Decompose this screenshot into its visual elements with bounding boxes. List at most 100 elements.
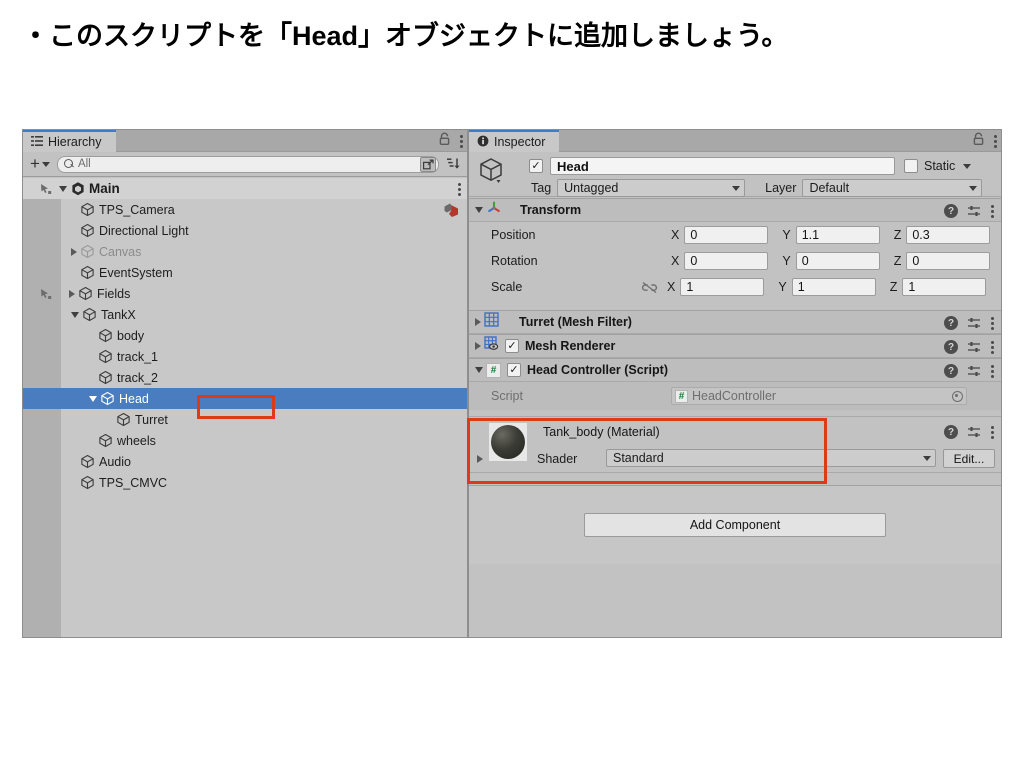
preset-icon[interactable] (967, 340, 981, 354)
alphabetical-sort-button[interactable] (443, 155, 463, 173)
hierarchy-item-fields[interactable]: Fields (23, 283, 467, 304)
help-icon[interactable]: ? (944, 340, 958, 354)
hierarchy-item-tps-camera[interactable]: TPS_Camera (23, 199, 467, 220)
hierarchy-item-wheels[interactable]: wheels (23, 430, 467, 451)
hierarchy-item-turret[interactable]: Turret (23, 409, 467, 430)
hierarchy-item-audio[interactable]: Audio (23, 451, 467, 472)
kebab-menu-icon[interactable] (990, 425, 994, 439)
visibility-hand-icon[interactable] (39, 287, 54, 301)
hierarchy-tree[interactable]: Main TPS_Camera Directional Light Canvas Eve… (23, 178, 467, 637)
foldout-open-icon[interactable] (475, 367, 483, 373)
help-icon[interactable]: ? (944, 425, 958, 439)
property-label-scale: Scale (491, 280, 523, 294)
help-icon[interactable]: ? (944, 364, 958, 378)
gameobject-cube-icon (98, 328, 113, 343)
search-value: All (77, 158, 91, 170)
hierarchy-item-eventsystem[interactable]: EventSystem (23, 262, 467, 283)
rotation-y-field[interactable]: 0 (795, 252, 880, 270)
component-header-mesh-filter[interactable]: Turret (Mesh Filter) ? (469, 310, 1001, 334)
object-name-field[interactable]: Head (550, 157, 895, 175)
layer-value: Default (809, 181, 850, 195)
tag-dropdown[interactable]: Untagged (557, 179, 746, 197)
alphabetical-sort-icon (447, 158, 460, 169)
component-header-mesh-renderer[interactable]: ✓ Mesh Renderer ? (469, 334, 1001, 358)
kebab-menu-icon[interactable] (993, 134, 997, 148)
component-title-mesh-renderer: Mesh Renderer (525, 339, 616, 353)
material-sphere-preview (489, 423, 527, 461)
kebab-menu-icon[interactable] (459, 134, 463, 148)
hierarchy-item-tankx[interactable]: TankX (23, 304, 467, 325)
search-input[interactable]: All (56, 155, 439, 173)
hierarchy-item-tps-cmvc[interactable]: TPS_CMVC (23, 472, 467, 493)
rotation-x-field[interactable]: 0 (684, 252, 769, 270)
foldout-open-icon[interactable] (71, 311, 79, 318)
component-header-head-controller[interactable]: # ✓ Head Controller (Script) ? (469, 358, 1001, 382)
scale-z-field[interactable]: 1 (902, 278, 987, 296)
preset-icon[interactable] (967, 204, 981, 218)
component-tools-mesh-filter: ? (944, 311, 994, 335)
scale-link-broken-icon[interactable] (641, 281, 667, 294)
static-checkbox[interactable] (904, 159, 918, 173)
foldout-closed-icon[interactable] (69, 289, 75, 298)
object-picker-icon[interactable] (952, 390, 963, 402)
help-icon[interactable]: ? (944, 204, 958, 218)
hierarchy-item-body[interactable]: body (23, 325, 467, 346)
hierarchy-item-directional-light[interactable]: Directional Light (23, 220, 467, 241)
component-title-transform: Transform (520, 203, 582, 217)
script-object-field[interactable]: # HeadController (671, 387, 967, 405)
position-x-field[interactable]: 0 (684, 226, 769, 244)
preset-icon[interactable] (967, 425, 981, 439)
foldout-closed-icon[interactable] (71, 247, 77, 256)
gameobject-cube-icon (80, 475, 95, 490)
preset-icon[interactable] (967, 364, 981, 378)
foldout-closed-icon[interactable] (475, 342, 481, 350)
gameobject-cube-icon (98, 349, 113, 364)
create-object-button[interactable]: + (27, 155, 53, 172)
popout-search-icon[interactable] (420, 156, 436, 172)
hierarchy-item-label: TankX (101, 307, 136, 322)
hierarchy-item-main[interactable]: Main (23, 178, 467, 199)
edit-shader-button[interactable]: Edit... (943, 449, 995, 468)
scale-y-field[interactable]: 1 (791, 278, 876, 296)
component-spacer (469, 410, 1001, 417)
kebab-menu-icon[interactable] (990, 364, 994, 378)
gameobject-enabled-checkbox[interactable]: ✓ (529, 159, 543, 173)
static-dropdown-chevron-icon[interactable] (963, 163, 972, 169)
gameobject-cube-icon (82, 307, 97, 322)
kebab-menu-icon[interactable] (457, 182, 461, 196)
page-title: ・このスクリプトを「Head」オブジェクトに追加しましょう。 (22, 21, 789, 51)
rotation-z-field[interactable]: 0 (906, 252, 991, 270)
head-controller-enabled-checkbox[interactable]: ✓ (507, 363, 521, 377)
lock-icon[interactable] (972, 132, 985, 151)
hierarchy-item-canvas[interactable]: Canvas (23, 241, 467, 262)
layer-dropdown[interactable]: Default (802, 179, 983, 197)
position-y-field[interactable]: 1.1 (795, 226, 880, 244)
axis-label-y: Y (782, 228, 791, 242)
info-icon (477, 135, 489, 150)
hierarchy-item-head[interactable]: Head (23, 388, 467, 409)
lock-icon[interactable] (438, 132, 451, 151)
foldout-closed-icon[interactable] (475, 318, 481, 326)
chevron-right-icon[interactable] (477, 455, 483, 463)
preset-icon[interactable] (967, 316, 981, 330)
component-header-transform[interactable]: Transform ? (469, 198, 1001, 222)
shader-dropdown[interactable]: Standard (606, 449, 936, 467)
foldout-open-icon[interactable] (59, 185, 67, 192)
kebab-menu-icon[interactable] (990, 340, 994, 354)
kebab-menu-icon[interactable] (990, 204, 994, 218)
foldout-open-icon[interactable] (475, 207, 483, 213)
tab-inspector[interactable]: Inspector (469, 130, 560, 152)
foldout-open-icon[interactable] (89, 395, 97, 402)
visibility-hand-icon[interactable] (39, 182, 54, 196)
add-component-button[interactable]: Add Component (584, 513, 886, 537)
hierarchy-item-track-1[interactable]: track_1 (23, 346, 467, 367)
position-z-field[interactable]: 0.3 (906, 226, 991, 244)
gameobject-cube-icon (80, 265, 95, 280)
scale-x-field[interactable]: 1 (680, 278, 765, 296)
kebab-menu-icon[interactable] (990, 316, 994, 330)
hierarchy-item-track-2[interactable]: track_2 (23, 367, 467, 388)
help-icon[interactable]: ? (944, 316, 958, 330)
mesh-renderer-enabled-checkbox[interactable]: ✓ (505, 339, 519, 353)
tab-hierarchy[interactable]: Hierarchy (23, 130, 116, 152)
hierarchy-item-label: Head (119, 391, 149, 406)
